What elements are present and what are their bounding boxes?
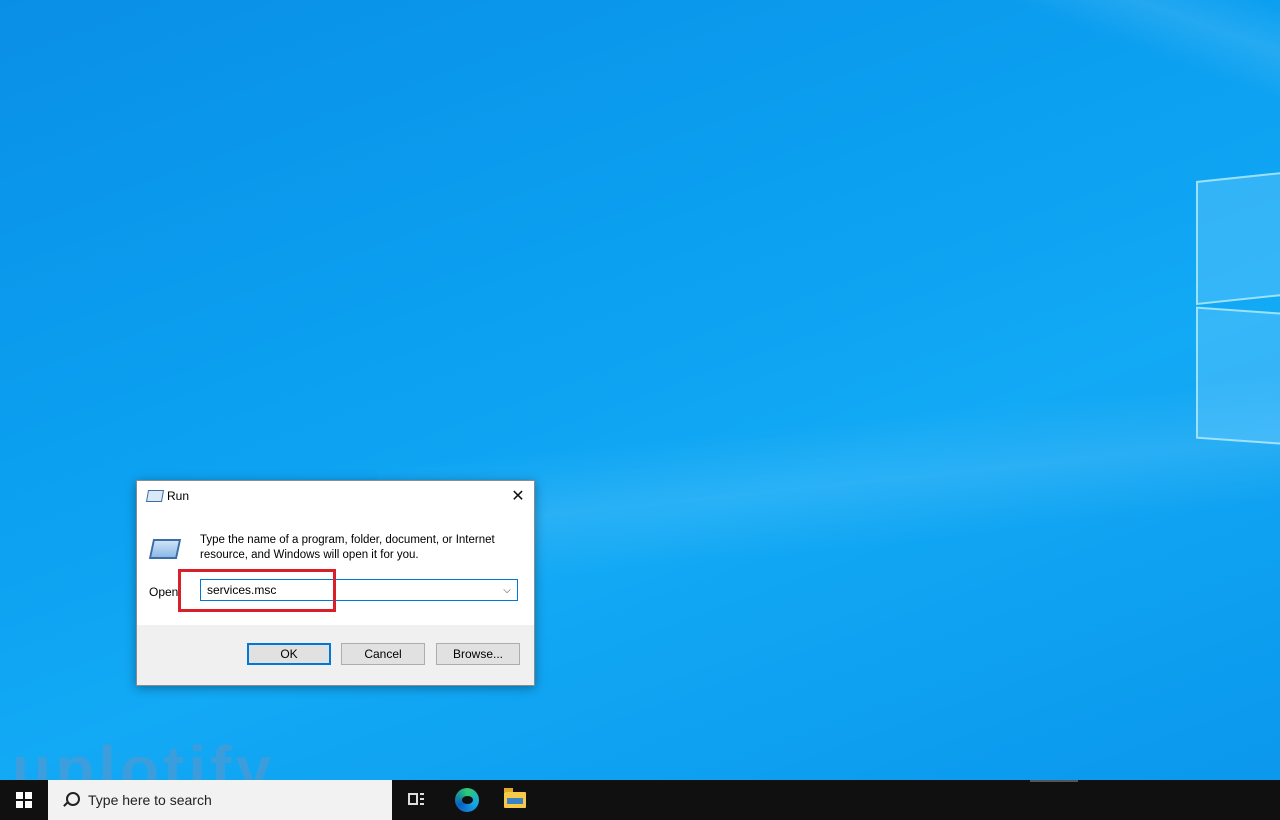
close-icon[interactable]: ✕ xyxy=(502,481,534,511)
taskbar-divider xyxy=(1030,780,1078,782)
task-view-icon[interactable] xyxy=(392,780,440,820)
cancel-button[interactable]: Cancel xyxy=(341,643,425,665)
dialog-title: Run xyxy=(167,489,190,503)
dialog-titlebar[interactable]: Run ✕ xyxy=(137,481,534,511)
dialog-instructions: Type the name of a program, folder, docu… xyxy=(200,534,495,561)
file-explorer-icon[interactable] xyxy=(491,780,539,820)
chevron-down-icon[interactable]: ⌵ xyxy=(499,580,515,600)
taskbar-search-box[interactable]: Type here to search xyxy=(48,780,392,820)
logo-pane xyxy=(1196,170,1280,306)
windows-wallpaper-logo xyxy=(1190,160,1280,450)
logo-pane xyxy=(1196,306,1280,446)
run-icon xyxy=(145,490,165,502)
run-icon xyxy=(148,539,182,559)
search-placeholder: Type here to search xyxy=(88,792,212,808)
light-beam xyxy=(899,0,1280,133)
search-icon xyxy=(62,791,80,809)
browse-button[interactable]: Browse... xyxy=(436,643,520,665)
windows-start-icon[interactable] xyxy=(0,780,48,820)
dialog-footer: OK Cancel Browse... xyxy=(137,625,534,685)
highlight-annotation xyxy=(178,569,336,612)
run-dialog: Run ✕ Type the name of a program, folder… xyxy=(136,480,535,686)
edge-icon[interactable] xyxy=(443,780,491,820)
taskbar: Type here to search xyxy=(0,780,1280,820)
ok-button[interactable]: OK xyxy=(247,643,331,665)
open-label: Open: xyxy=(149,585,182,599)
